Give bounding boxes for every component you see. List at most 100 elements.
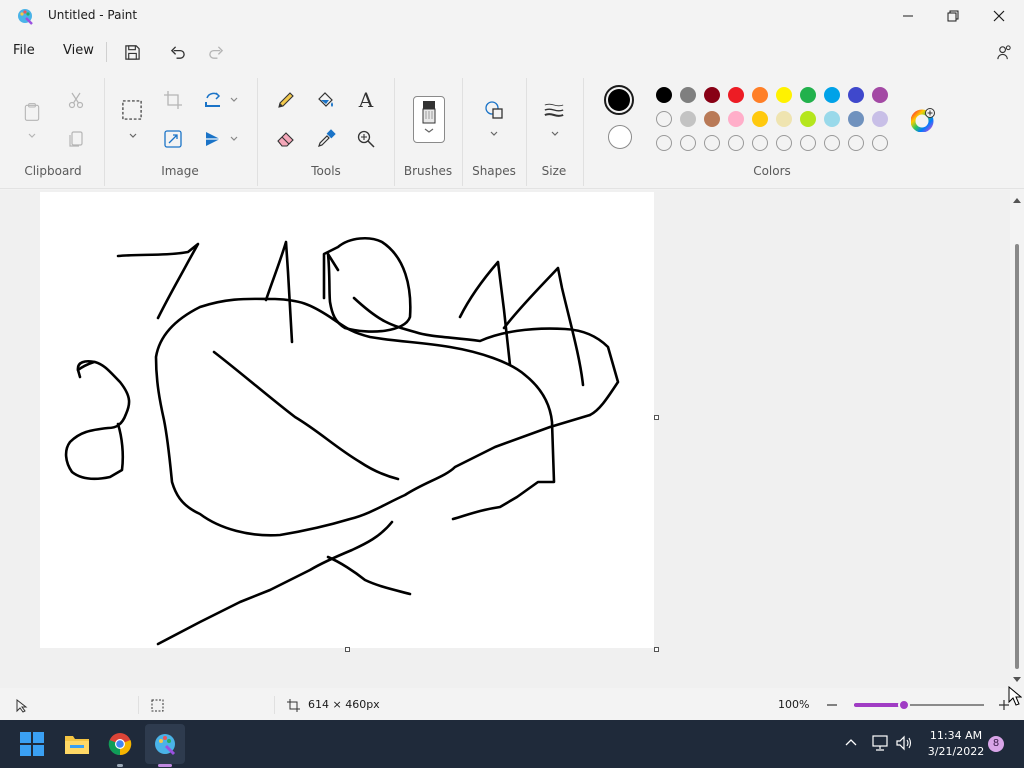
account-button[interactable] (993, 41, 1015, 63)
paint-taskbar-button[interactable] (149, 728, 181, 760)
text-button[interactable]: A (354, 88, 378, 112)
network-icon[interactable] (871, 735, 889, 751)
zoom-out-icon[interactable] (826, 704, 838, 706)
color-swatch[interactable] (776, 87, 792, 103)
notification-badge[interactable]: 8 (988, 736, 1004, 752)
color-swatch[interactable] (752, 111, 768, 127)
menu-file[interactable]: File (13, 43, 35, 58)
empty-color-slot[interactable] (824, 135, 840, 151)
empty-color-slot[interactable] (704, 135, 720, 151)
brushes-button[interactable] (413, 96, 445, 143)
color-swatch[interactable] (680, 111, 696, 127)
group-divider (462, 78, 463, 186)
file-explorer-button[interactable] (61, 728, 93, 760)
canvas-resize-handle-right[interactable] (654, 415, 659, 420)
flip-button[interactable] (201, 127, 225, 151)
rotate-button[interactable] (201, 88, 225, 112)
canvas-resize-handle-corner[interactable] (654, 647, 659, 652)
scrollbar-thumb[interactable] (1015, 244, 1019, 669)
empty-color-slot[interactable] (776, 135, 792, 151)
paste-icon (24, 103, 40, 121)
vertical-scrollbar[interactable] (1010, 192, 1024, 688)
color-swatch[interactable] (704, 87, 720, 103)
volume-icon[interactable] (895, 735, 913, 751)
group-label-brushes: Brushes (403, 164, 453, 178)
size-button[interactable] (542, 98, 566, 122)
empty-color-slot[interactable] (728, 135, 744, 151)
mouse-cursor-icon (1008, 686, 1022, 706)
paste-button[interactable] (20, 98, 44, 126)
zoom-slider-thumb[interactable] (898, 699, 911, 711)
color-swatch[interactable] (752, 87, 768, 103)
rotate-chevron-down-icon[interactable] (229, 96, 239, 104)
size-chevron-down-icon[interactable] (550, 130, 560, 138)
empty-color-slot[interactable] (848, 135, 864, 151)
chrome-icon (108, 733, 132, 756)
color-swatch[interactable] (824, 111, 840, 127)
empty-color-slot[interactable] (656, 135, 672, 151)
eraser-button[interactable] (274, 127, 298, 151)
scroll-up-icon[interactable] (1012, 196, 1022, 204)
color-swatch[interactable] (872, 87, 888, 103)
crop-button[interactable] (161, 88, 185, 112)
copy-button[interactable] (64, 127, 88, 151)
menu-view[interactable]: View (63, 43, 94, 58)
restore-button[interactable] (930, 0, 976, 32)
shapes-chevron-down-icon[interactable] (489, 130, 499, 138)
flip-chevron-down-icon[interactable] (229, 135, 239, 143)
drawing-canvas[interactable] (40, 192, 654, 648)
empty-color-slot[interactable] (656, 111, 672, 127)
color-swatch[interactable] (776, 111, 792, 127)
shapes-button[interactable] (482, 98, 506, 122)
color-swatch[interactable] (728, 111, 744, 127)
empty-color-slot[interactable] (680, 135, 696, 151)
minimize-button[interactable] (885, 0, 931, 32)
canvas-size-icon (287, 699, 300, 712)
zoom-slider[interactable] (854, 699, 984, 711)
group-label-image: Image (161, 164, 199, 178)
clock[interactable]: 11:34 AM 3/21/2022 (920, 728, 992, 760)
start-button[interactable] (16, 728, 48, 760)
select-button[interactable] (120, 98, 144, 122)
magnifier-button[interactable] (354, 127, 378, 151)
fill-button[interactable] (314, 88, 338, 112)
color-swatch[interactable] (680, 87, 696, 103)
resize-button[interactable] (161, 127, 185, 151)
canvas-resize-handle-bottom[interactable] (345, 647, 350, 652)
cut-button[interactable] (64, 88, 88, 112)
primary-color-button[interactable] (604, 85, 634, 115)
chrome-button[interactable] (104, 728, 136, 760)
color-swatch[interactable] (704, 111, 720, 127)
show-hidden-icons-icon[interactable] (845, 738, 857, 746)
color-swatch[interactable] (824, 87, 840, 103)
copy-icon (69, 131, 83, 147)
undo-button[interactable] (166, 41, 188, 63)
color-picker-button[interactable] (314, 127, 338, 151)
empty-color-slot[interactable] (800, 135, 816, 151)
color-swatch[interactable] (872, 111, 888, 127)
empty-color-slot[interactable] (872, 135, 888, 151)
close-button[interactable] (976, 0, 1022, 32)
redo-button[interactable] (205, 41, 227, 63)
folder-icon (65, 736, 89, 754)
paste-chevron-down-icon (28, 133, 36, 138)
color-swatch[interactable] (848, 111, 864, 127)
color-swatch[interactable] (800, 87, 816, 103)
color-swatch[interactable] (800, 111, 816, 127)
pencil-button[interactable] (274, 88, 298, 112)
empty-color-slot[interactable] (752, 135, 768, 151)
select-chevron-down-icon[interactable] (128, 132, 138, 140)
color-swatch[interactable] (656, 87, 672, 103)
stroke-size-icon (544, 103, 564, 117)
canvas-drawing (64, 237, 620, 646)
color-swatch[interactable] (848, 87, 864, 103)
group-label-size: Size (541, 164, 567, 178)
paint-icon (155, 734, 176, 756)
zoom-level-text: 100% (778, 698, 810, 711)
scroll-down-icon[interactable] (1012, 676, 1022, 684)
save-button[interactable] (121, 41, 143, 63)
color-swatch[interactable] (728, 87, 744, 103)
edit-colors-button[interactable] (910, 108, 935, 133)
secondary-color-button[interactable] (608, 125, 632, 149)
text-icon: A (358, 88, 374, 112)
